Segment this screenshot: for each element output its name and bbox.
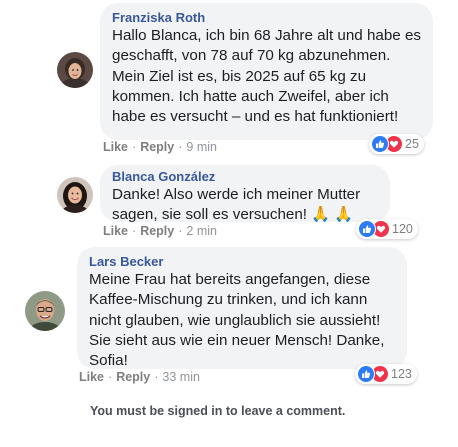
comment-bubble: Franziska Roth Hallo Blanca, ich bin 68 … (100, 3, 433, 140)
avatar[interactable] (57, 52, 93, 88)
like-icon (357, 365, 375, 383)
reaction-count: 123 (391, 367, 412, 381)
like-link[interactable]: Like (103, 224, 128, 238)
comment-time[interactable]: 33 min (162, 370, 200, 384)
reply-link[interactable]: Reply (140, 224, 174, 238)
reactions-summary[interactable]: 123 (355, 364, 417, 384)
avatar[interactable] (57, 177, 93, 213)
comment-bubble: Blanca González Danke! Also werde ich me… (100, 165, 390, 223)
avatar-photo-icon (57, 52, 93, 88)
reaction-count: 25 (405, 137, 419, 151)
like-link[interactable]: Like (79, 370, 104, 384)
comment-actions: Like · Reply · 33 min (79, 370, 200, 384)
comment-text: Meine Frau hat bereits angefangen, diese… (89, 271, 389, 370)
avatar-photo-icon (25, 291, 65, 331)
reactions-summary[interactable]: 120 (356, 219, 418, 239)
like-icon (371, 135, 389, 153)
reactions-summary[interactable]: 25 (369, 134, 424, 154)
reaction-count: 120 (392, 222, 413, 236)
comment-actions: Like · Reply · 9 min (103, 140, 217, 154)
sign-in-notice: You must be signed in to leave a comment… (90, 404, 346, 418)
comment-text: Hallo Blanca, ich bin 68 Jahre alt und h… (112, 27, 426, 126)
reply-link[interactable]: Reply (116, 370, 150, 384)
like-icon (358, 220, 376, 238)
comment-author[interactable]: Blanca González (112, 169, 378, 185)
comment-actions: Like · Reply · 2 min (103, 224, 217, 238)
reply-link[interactable]: Reply (140, 140, 174, 154)
avatar-photo-icon (57, 177, 93, 213)
like-link[interactable]: Like (103, 140, 128, 154)
comment-bubble: Lars Becker Meine Frau hat bereits angef… (77, 247, 407, 369)
comment-text: Danke! Also werde ich meiner Mutter sage… (112, 186, 365, 224)
comment-time[interactable]: 2 min (186, 224, 217, 238)
comment-author[interactable]: Franziska Roth (112, 10, 421, 26)
avatar[interactable] (25, 291, 65, 331)
comment-time[interactable]: 9 min (186, 140, 217, 154)
comment-author[interactable]: Lars Becker (89, 254, 395, 270)
